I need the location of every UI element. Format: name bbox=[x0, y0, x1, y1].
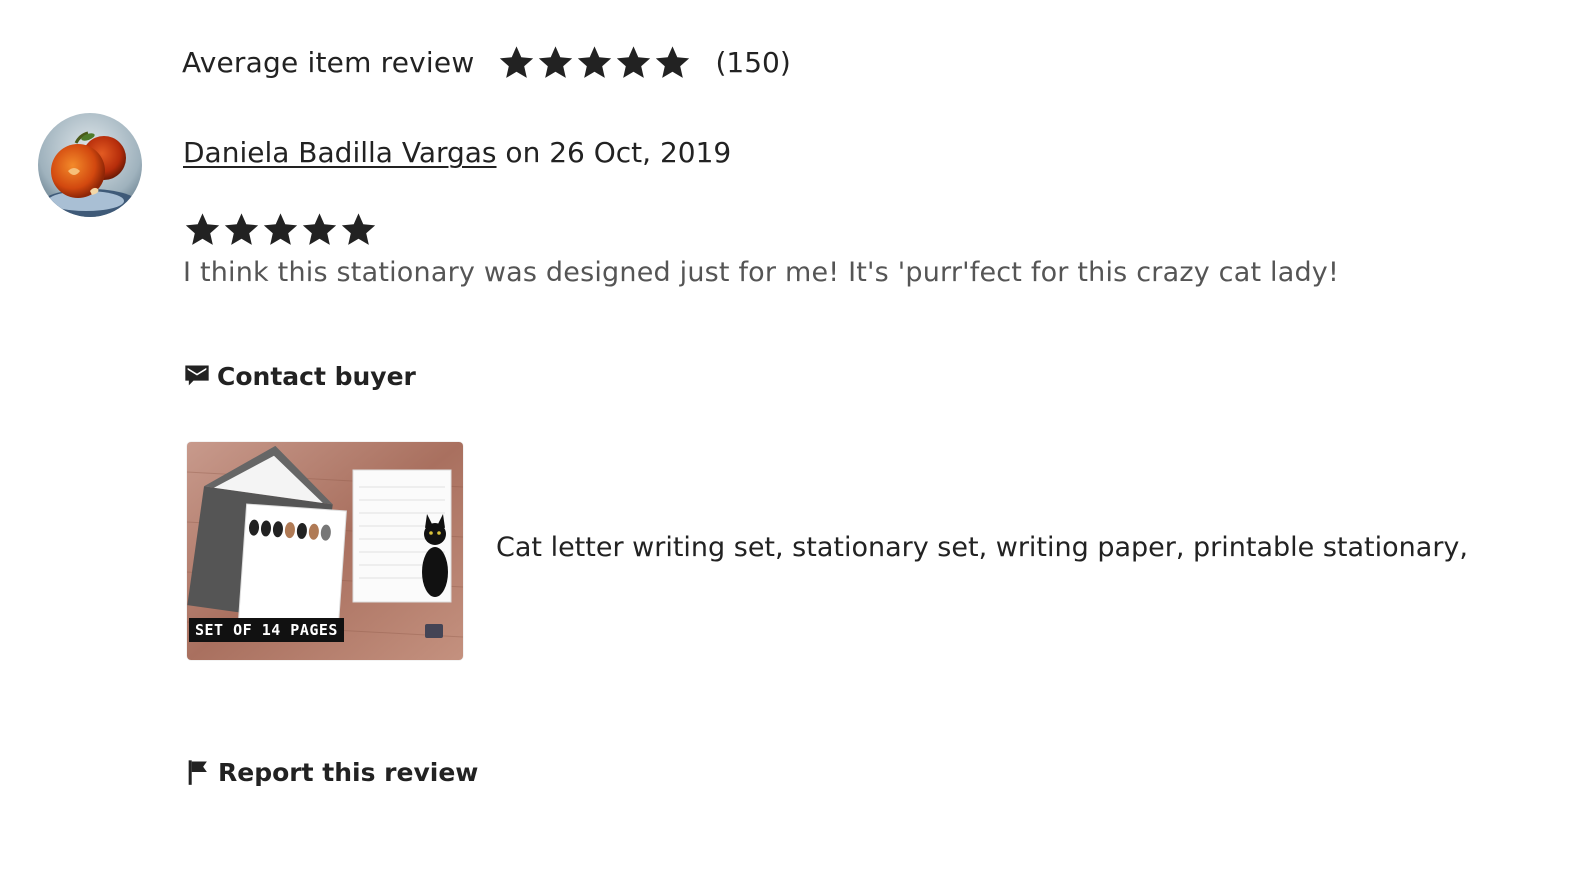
avatar-image bbox=[38, 113, 142, 217]
star-icon bbox=[498, 44, 535, 81]
reviewer-name-link[interactable]: Daniela Badilla Vargas bbox=[183, 136, 497, 169]
product-thumbnail-badge: SET OF 14 PAGES bbox=[189, 618, 344, 642]
average-review-label: Average item review bbox=[182, 45, 475, 79]
star-icon bbox=[615, 44, 652, 81]
message-icon bbox=[183, 362, 211, 390]
star-icon bbox=[262, 211, 299, 248]
product-thumbnail[interactable]: SET OF 14 PAGES bbox=[187, 442, 463, 660]
product-title-link[interactable]: Cat letter writing set, stationary set, … bbox=[496, 532, 1468, 563]
star-icon bbox=[576, 44, 613, 81]
review-text: I think this stationary was designed jus… bbox=[183, 257, 1340, 288]
review-rating-stars bbox=[184, 211, 379, 248]
average-review-summary: Average item review (150) bbox=[182, 38, 791, 86]
reviewer-line: Daniela Badilla Vargas on 26 Oct, 2019 bbox=[183, 136, 731, 169]
contact-buyer-button[interactable]: Contact buyer bbox=[183, 356, 416, 396]
review-date: on 26 Oct, 2019 bbox=[496, 136, 732, 169]
review-count: (150) bbox=[715, 45, 791, 79]
reviewer-avatar[interactable] bbox=[38, 113, 142, 217]
contact-buyer-label: Contact buyer bbox=[217, 361, 416, 391]
star-icon bbox=[537, 44, 574, 81]
star-icon bbox=[223, 211, 260, 248]
flag-icon bbox=[186, 758, 210, 786]
star-icon bbox=[301, 211, 338, 248]
star-icon bbox=[184, 211, 221, 248]
report-review-label: Report this review bbox=[218, 757, 479, 787]
average-rating-stars bbox=[498, 44, 693, 81]
star-icon bbox=[340, 211, 377, 248]
star-icon bbox=[654, 44, 691, 81]
report-review-button[interactable]: Report this review bbox=[186, 752, 478, 792]
